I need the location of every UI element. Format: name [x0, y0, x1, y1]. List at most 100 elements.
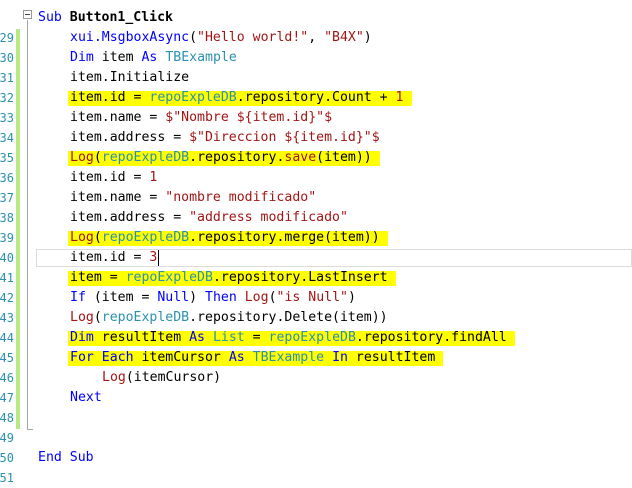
- code-line[interactable]: item.name = $"Nombre ${item.id}"$: [70, 108, 332, 128]
- code-line[interactable]: item.address = $"Direccion ${item.id}"$: [70, 128, 380, 148]
- code-token: item: [70, 270, 102, 285]
- code-token: Next: [70, 390, 102, 405]
- code-line[interactable]: item.name = "nombre modificado": [70, 188, 316, 208]
- code-token: .repository.: [189, 150, 285, 165]
- code-token: item: [93, 50, 142, 65]
- code-token: TBExample: [165, 50, 237, 65]
- code-token: Log: [102, 370, 126, 385]
- line-number: 37: [0, 191, 14, 205]
- line-number: 30: [0, 51, 14, 65]
- code-token: save: [284, 150, 317, 165]
- line-number: 50: [0, 451, 14, 465]
- line-number: 35: [0, 151, 14, 165]
- code-token: "B4X": [324, 30, 364, 45]
- code-line[interactable]: Sub Button1_Click: [38, 8, 173, 28]
- code-line[interactable]: xui.MsgboxAsync("Hello world!", "B4X"): [70, 28, 372, 48]
- code-line[interactable]: Dim resultItem As List = repoExpleDB.rep…: [70, 328, 507, 348]
- code-line[interactable]: Log(itemCursor): [102, 368, 221, 388]
- code-line[interactable]: item = repoExpleDB.repository.LastInsert: [70, 268, 388, 288]
- code-line[interactable]: If (item = Null) Then Log("is Null"): [70, 288, 356, 308]
- code-token: For Each: [70, 350, 134, 365]
- code-token: (: [93, 150, 102, 165]
- code-line[interactable]: Log(repoExpleDB.repository.merge(item)): [70, 228, 380, 248]
- code-token: List: [212, 330, 245, 345]
- line-number: 38: [0, 211, 14, 225]
- collapse-toggle-icon[interactable]: [23, 10, 32, 19]
- code-token: (: [189, 30, 198, 45]
- code-token: =: [101, 270, 126, 285]
- code-token: repoExpleDB: [101, 230, 190, 245]
- code-token: .repository.Delete(item)): [189, 310, 388, 325]
- code-token: item.name =: [70, 110, 166, 125]
- code-token: If: [70, 290, 86, 305]
- line-number: 34: [0, 131, 14, 145]
- code-token: item.id =: [70, 170, 150, 185]
- code-token: In: [332, 350, 348, 365]
- line-number: 46: [0, 371, 14, 385]
- code-token: .repository.LastInsert: [212, 270, 388, 285]
- code-token: =: [244, 330, 269, 345]
- code-line[interactable]: item.id = 3: [70, 248, 157, 268]
- code-token: Log: [70, 150, 94, 165]
- code-token: TBExample: [252, 350, 325, 365]
- code-token: ): [347, 290, 356, 305]
- code-token: repoExpleDB: [268, 330, 356, 345]
- code-token: 3: [149, 250, 158, 265]
- line-number: 47: [0, 391, 14, 405]
- line-number: 42: [0, 291, 14, 305]
- code-token: (: [93, 310, 102, 325]
- code-token: (item)): [316, 150, 372, 165]
- code-token: item.address =: [70, 130, 190, 145]
- code-token: (: [268, 290, 277, 305]
- code-token: 1: [149, 170, 158, 185]
- line-number: 36: [0, 171, 14, 185]
- code-token: Button1_Click: [69, 10, 173, 25]
- code-token: "is Null": [276, 290, 348, 305]
- code-token: As: [189, 330, 205, 345]
- line-number: 43: [0, 311, 14, 325]
- line-number: 49: [0, 431, 14, 445]
- line-number: 39: [0, 231, 14, 245]
- code-token: repoExpleDB: [101, 150, 190, 165]
- line-number: 31: [0, 71, 14, 85]
- code-token: ): [189, 290, 206, 305]
- code-token: (: [93, 230, 102, 245]
- code-line[interactable]: Dim item As TBExample: [70, 48, 237, 68]
- code-token: repoExpleDB: [101, 310, 190, 325]
- code-token: xui.MsgboxAsync: [70, 30, 190, 45]
- code-line[interactable]: Log(repoExpleDB.repository.Delete(item)): [70, 308, 388, 328]
- outline-guide: [27, 20, 28, 430]
- code-line[interactable]: End Sub: [38, 448, 94, 468]
- code-token: As: [141, 50, 158, 65]
- code-line[interactable]: item.Initialize: [70, 68, 189, 88]
- code-line[interactable]: item.address = "address modificado": [70, 208, 348, 228]
- code-line[interactable]: Log(repoExpleDB.repository.save(item)): [70, 148, 372, 168]
- code-token: Then: [205, 290, 237, 305]
- code-token: "Hello world!": [197, 30, 309, 45]
- code-line[interactable]: item.id = 1: [70, 168, 157, 188]
- code-token: $"Nombre ${item.id}"$: [165, 110, 333, 125]
- code-line[interactable]: For Each itemCursor As TBExample In resu…: [70, 348, 435, 368]
- code-line[interactable]: Next: [70, 388, 102, 408]
- code-token: itemCursor: [133, 350, 229, 365]
- code-editor[interactable]: 29 30 31 32 33 34 35 36 37 38 39 40 41 42 43 44 45 46 47 48…: [0, 0, 632, 485]
- code-token: resultItem: [93, 330, 190, 345]
- code-token: (item =: [85, 290, 158, 305]
- line-number-gutter: 29 30 31 32 33 34 35 36 37 38 39 40 41 42 43 44 45 46 47 48…: [0, 0, 16, 485]
- text-caret: [158, 250, 160, 266]
- code-line[interactable]: item.id = repoExpleDB.repository.Count +…: [70, 88, 404, 108]
- code-token: Log: [244, 290, 269, 305]
- code-token: As: [228, 350, 245, 365]
- code-token: item.name =: [70, 190, 166, 205]
- change-indicator-bar: [16, 29, 20, 429]
- code-token: Dim: [70, 330, 94, 345]
- code-token: "nombre modificado": [165, 190, 317, 205]
- code-token: 1: [395, 90, 404, 105]
- line-number: 44: [0, 331, 14, 345]
- line-number: 41: [0, 271, 14, 285]
- line-number: 29: [0, 31, 14, 45]
